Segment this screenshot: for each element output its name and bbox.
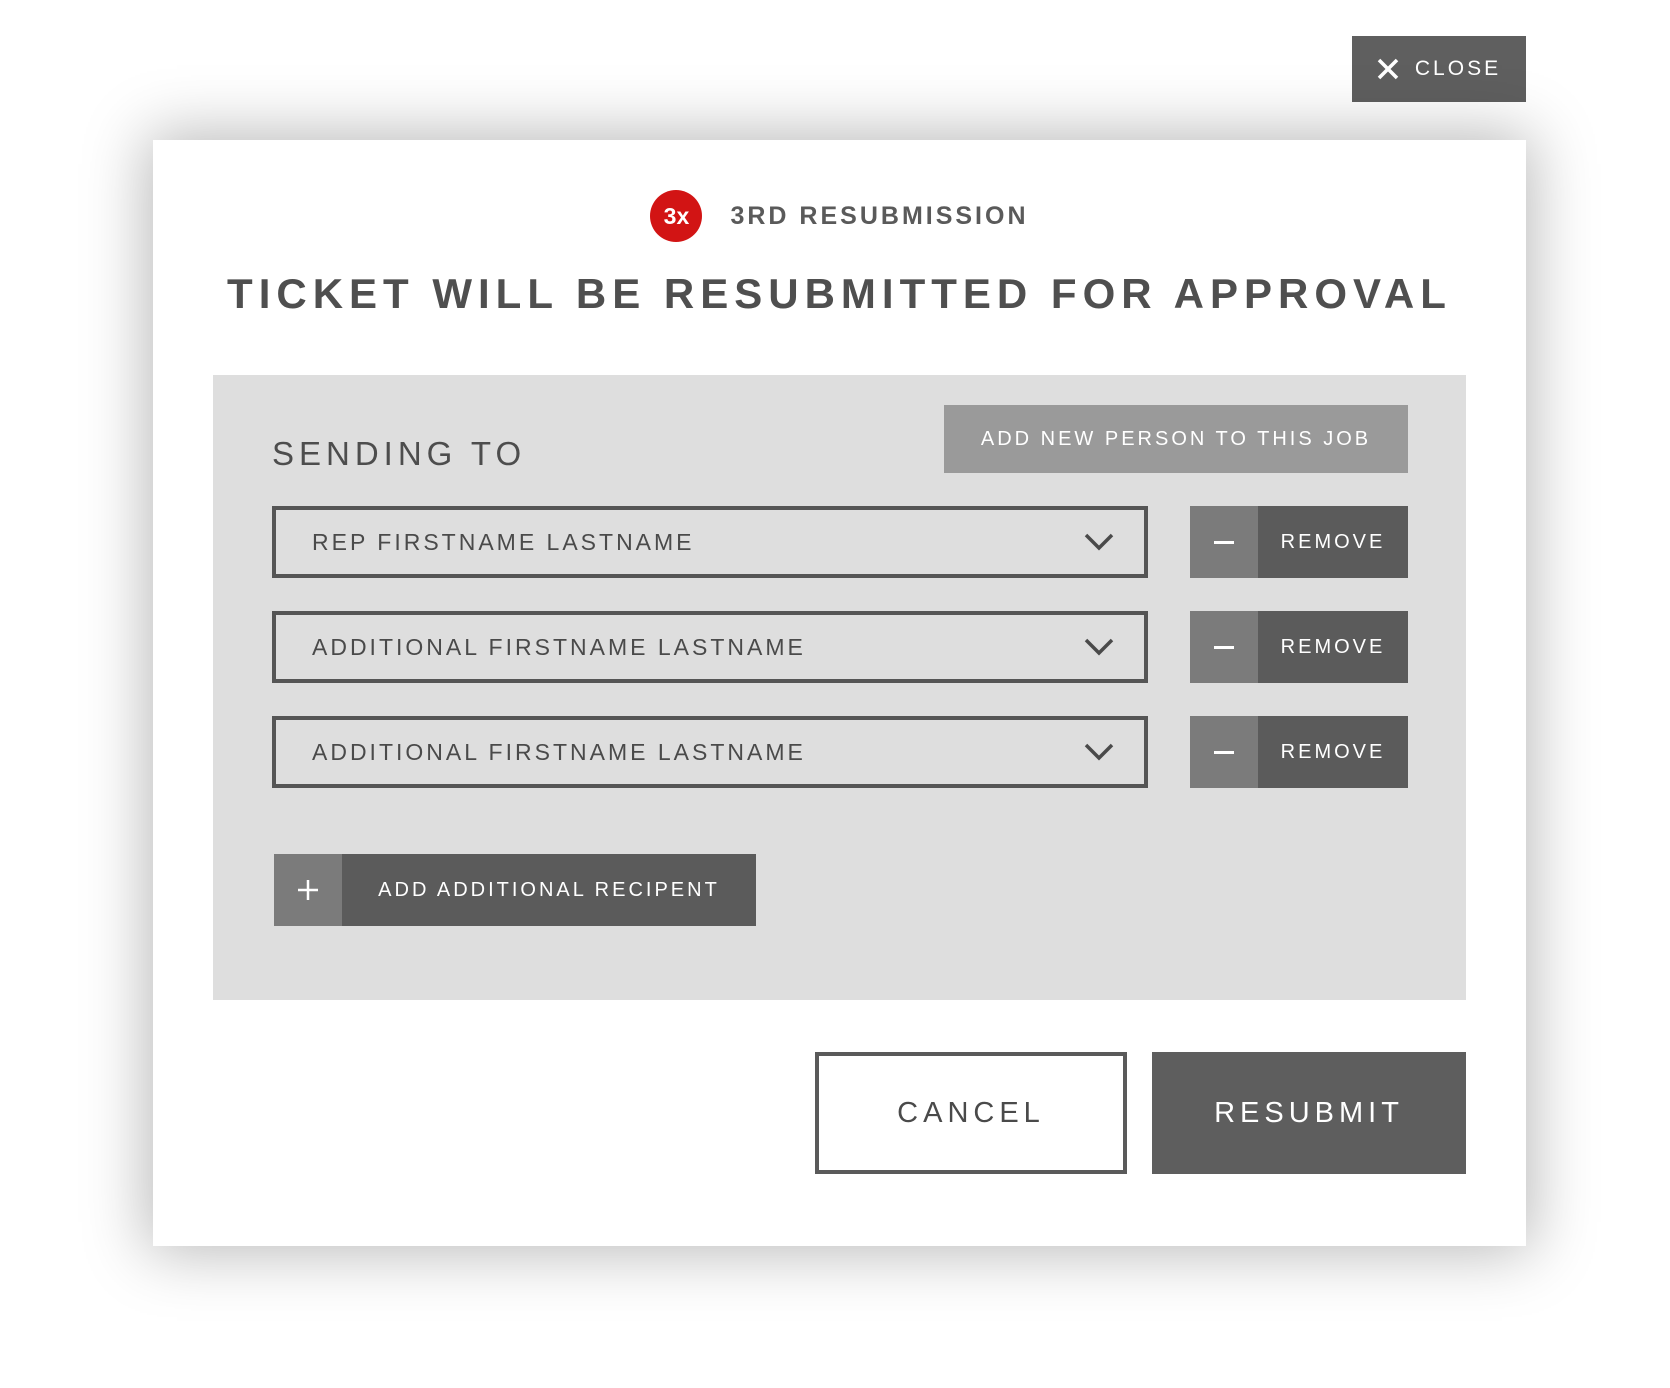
recipient-row: ADDITIONAL FIRSTNAME LASTNAME REMOVE — [272, 611, 1408, 683]
remove-recipient-button[interactable]: REMOVE — [1190, 506, 1408, 578]
chevron-down-icon — [1084, 743, 1114, 761]
plus-icon-container — [274, 854, 342, 926]
minus-icon — [1190, 611, 1258, 683]
recipient-select-value: ADDITIONAL FIRSTNAME LASTNAME — [312, 738, 806, 765]
minus-icon — [1190, 716, 1258, 788]
minus-icon — [1190, 506, 1258, 578]
close-button[interactable]: CLOSE — [1352, 36, 1526, 102]
resubmission-indicator: 3x 3RD RESUBMISSION — [153, 190, 1526, 242]
recipient-row: ADDITIONAL FIRSTNAME LASTNAME REMOVE — [272, 716, 1408, 788]
recipient-select[interactable]: REP FIRSTNAME LASTNAME — [272, 506, 1148, 578]
close-icon — [1377, 58, 1399, 80]
resubmission-label: 3RD RESUBMISSION — [730, 201, 1029, 230]
remove-label: REMOVE — [1258, 611, 1408, 683]
recipient-row: REP FIRSTNAME LASTNAME REMOVE — [272, 506, 1408, 578]
recipient-select[interactable]: ADDITIONAL FIRSTNAME LASTNAME — [272, 611, 1148, 683]
plus-icon — [298, 880, 318, 900]
cancel-button[interactable]: CANCEL — [815, 1052, 1127, 1174]
sending-to-heading: SENDING TO — [272, 435, 527, 472]
remove-label: REMOVE — [1258, 506, 1408, 578]
close-label: CLOSE — [1414, 57, 1502, 80]
resubmit-modal: 3x 3RD RESUBMISSION TICKET WILL BE RESUB… — [153, 140, 1526, 1246]
remove-recipient-button[interactable]: REMOVE — [1190, 716, 1408, 788]
recipient-select-value: REP FIRSTNAME LASTNAME — [312, 528, 695, 555]
remove-recipient-button[interactable]: REMOVE — [1190, 611, 1408, 683]
resubmit-button[interactable]: RESUBMIT — [1152, 1052, 1466, 1174]
remove-label: REMOVE — [1258, 716, 1408, 788]
recipient-select-value: ADDITIONAL FIRSTNAME LASTNAME — [312, 633, 806, 660]
add-new-person-button[interactable]: ADD NEW PERSON TO THIS JOB — [944, 405, 1408, 473]
add-additional-recipient-button[interactable]: ADD ADDITIONAL RECIPENT — [274, 854, 756, 926]
add-recipient-label: ADD ADDITIONAL RECIPENT — [342, 854, 756, 926]
chevron-down-icon — [1084, 638, 1114, 656]
resubmission-count-badge: 3x — [650, 190, 703, 242]
recipient-select[interactable]: ADDITIONAL FIRSTNAME LASTNAME — [272, 716, 1148, 788]
modal-title: TICKET WILL BE RESUBMITTED FOR APPROVAL — [227, 270, 1452, 317]
recipients-panel: SENDING TO ADD NEW PERSON TO THIS JOB RE… — [213, 375, 1466, 1000]
chevron-down-icon — [1084, 533, 1114, 551]
